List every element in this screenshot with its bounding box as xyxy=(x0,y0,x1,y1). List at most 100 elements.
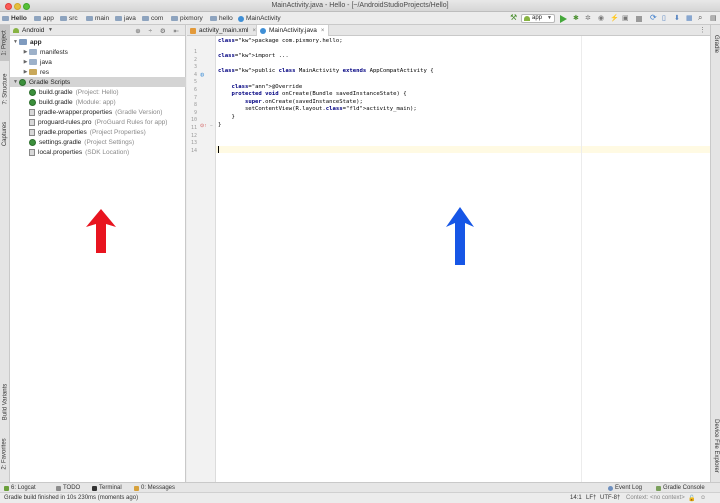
file-encoding[interactable]: UTF-8† xyxy=(600,495,620,501)
breadcrumb-java[interactable]: java xyxy=(115,14,136,23)
title-bar: MainActivity.java - Hello - [~/AndroidSt… xyxy=(0,0,720,12)
tree-item[interactable]: ▶ manifests xyxy=(10,47,186,57)
class-marker-icon[interactable]: ◍ xyxy=(200,72,204,78)
line-number: 1 xyxy=(193,49,197,55)
status-message: Gradle build finished in 10s 230ms (mome… xyxy=(4,495,139,501)
breadcrumb-src[interactable]: src xyxy=(60,14,78,23)
panel-actions[interactable]: ⊕ ÷ ⚙ ⇤ xyxy=(135,27,182,35)
tab-structure[interactable]: 7: Structure xyxy=(0,69,10,109)
build-hammer-icon[interactable]: ⚒ xyxy=(510,13,518,22)
sdk-manager-icon[interactable]: ⬇ xyxy=(674,14,682,22)
gradle-icon xyxy=(19,78,26,86)
tab-favorites[interactable]: 2: Favorites xyxy=(0,433,10,475)
avd-manager-icon[interactable]: ▯ xyxy=(662,14,670,22)
project-view-select[interactable]: Android xyxy=(22,27,44,34)
search-icon[interactable]: ⌕ xyxy=(698,13,706,22)
chevron-down-icon[interactable]: ▼ xyxy=(48,27,53,33)
split-icon[interactable]: ▤ xyxy=(710,14,718,22)
chevron-right-icon[interactable]: ▶ xyxy=(22,59,29,65)
attach-debugger-icon[interactable]: ✲ xyxy=(585,14,593,22)
tree-item-hint: (Gradle Version) xyxy=(115,108,163,116)
messages-icon xyxy=(134,485,139,491)
breadcrumb-com[interactable]: com xyxy=(142,14,163,23)
tree-item-hint: (Module: app) xyxy=(75,98,116,106)
tree-item-label: settings.gradle xyxy=(39,138,82,146)
tab-logcat[interactable]: 6: Logcat xyxy=(4,484,36,492)
stop-icon[interactable] xyxy=(636,16,642,22)
breadcrumb-project[interactable]: Hello xyxy=(2,14,27,23)
profile-icon[interactable]: ◉ xyxy=(598,14,606,22)
tab-todo[interactable]: TODO xyxy=(56,484,80,492)
breadcrumb-main[interactable]: main xyxy=(86,14,109,23)
tree-item[interactable]: local.properties (SDK Location) xyxy=(10,147,186,157)
folder-icon xyxy=(29,49,37,55)
tree-item[interactable]: ▶ res xyxy=(10,67,186,77)
code-content[interactable]: class="kw">package com.pixmory.hello; cla… xyxy=(218,36,578,482)
close-icon[interactable]: × xyxy=(252,28,256,34)
class-icon xyxy=(238,15,244,22)
tree-item[interactable]: proguard-rules.pro (ProGuard Rules for ap… xyxy=(10,117,186,127)
tab-device-file-explorer[interactable]: Device File Explorer xyxy=(711,413,720,479)
fold-icon[interactable]: − xyxy=(210,123,213,129)
tab-build-variants[interactable]: Build Variants xyxy=(0,377,10,427)
chevron-down-icon[interactable]: ▼ xyxy=(12,79,19,85)
blue-arrow-annotation xyxy=(446,207,474,265)
debug-icon[interactable]: ✱ xyxy=(573,14,581,22)
tree-item[interactable]: settings.gradle (Project Settings) xyxy=(10,137,186,147)
chevron-right-icon[interactable]: ▶ xyxy=(22,49,29,55)
breadcrumb-mainactivity[interactable]: MainActivity xyxy=(238,14,281,23)
tree-item-label: res xyxy=(40,68,50,76)
bottom-tool-bar: 6: Logcat TODO Terminal 0: Messages Even… xyxy=(0,482,720,492)
apply-changes-icon[interactable]: ⚡ xyxy=(610,14,619,22)
class-icon xyxy=(260,27,266,34)
run-config-select[interactable]: app ▼ xyxy=(521,14,555,23)
line-number: 14 xyxy=(190,147,197,154)
code-line: class="kw">package com.pixmory.hello; xyxy=(218,38,343,44)
breadcrumb-app[interactable]: app xyxy=(34,14,54,23)
tree-item[interactable]: gradle-wrapper.properties (Gradle Version… xyxy=(10,107,186,117)
red-arrow-annotation xyxy=(86,209,116,253)
code-line: super.onCreate(savedInstanceState); xyxy=(244,98,363,105)
code-line: class="kw">public class MainActivity ext… xyxy=(218,68,434,75)
gradle-icon xyxy=(29,98,36,106)
tab-event-log[interactable]: Event Log xyxy=(608,484,642,492)
breadcrumb-hello[interactable]: hello xyxy=(210,14,233,23)
override-marker-icon[interactable]: ⊙↑ xyxy=(200,123,207,129)
chevron-down-icon[interactable]: ▼ xyxy=(12,39,19,45)
tree-item[interactable]: build.gradle (Module: app) xyxy=(10,97,186,107)
tab-activity-main-xml[interactable]: activity_main.xml × xyxy=(187,25,257,36)
text-cursor xyxy=(218,146,219,153)
lock-icon[interactable]: 🔓 xyxy=(688,495,695,502)
tab-captures[interactable]: Captures xyxy=(0,117,10,151)
tab-project[interactable]: 1: Project xyxy=(0,25,10,61)
tab-gradle[interactable]: Gradle xyxy=(711,29,720,59)
module-folder-icon xyxy=(19,39,27,45)
breadcrumb-pixmory[interactable]: pixmory xyxy=(171,14,203,23)
tab-terminal[interactable]: Terminal xyxy=(92,484,122,492)
tab-messages[interactable]: 0: Messages xyxy=(134,484,175,492)
line-number: 5 xyxy=(193,79,197,86)
project-structure-icon[interactable]: ▦ xyxy=(686,14,694,22)
sync-gradle-icon[interactable]: ⟳ xyxy=(650,13,658,22)
tree-item[interactable]: ▶ java xyxy=(10,57,186,67)
close-icon[interactable]: × xyxy=(321,28,325,34)
editor-tabs: activity_main.xml × MainActivity.java × … xyxy=(187,25,710,36)
tree-item-hint: (Project Properties) xyxy=(89,128,146,136)
caret-position[interactable]: 14:1 xyxy=(570,495,582,501)
tab-mainactivity-java[interactable]: MainActivity.java × xyxy=(257,25,329,36)
tree-item[interactable]: build.gradle (Project: Hello) xyxy=(10,87,186,97)
tab-list-icon[interactable]: ⋮ xyxy=(699,26,706,34)
inspector-icon[interactable]: ☺ xyxy=(700,495,706,501)
line-separator[interactable]: LF† xyxy=(586,495,596,501)
tree-item[interactable]: ▼ app xyxy=(10,37,186,47)
android-icon xyxy=(13,28,19,33)
tree-item[interactable]: gradle.properties (Project Properties) xyxy=(10,127,186,137)
line-number: 3 xyxy=(193,64,197,71)
right-margin-guide xyxy=(581,36,582,482)
coverage-icon[interactable]: ▣ xyxy=(622,14,630,22)
run-icon[interactable] xyxy=(560,15,568,23)
chevron-right-icon[interactable]: ▶ xyxy=(22,69,29,75)
tab-gradle-console[interactable]: Gradle Console xyxy=(656,484,705,492)
logcat-icon xyxy=(4,485,9,491)
tree-item[interactable]: ▼ Gradle Scripts xyxy=(10,77,186,87)
